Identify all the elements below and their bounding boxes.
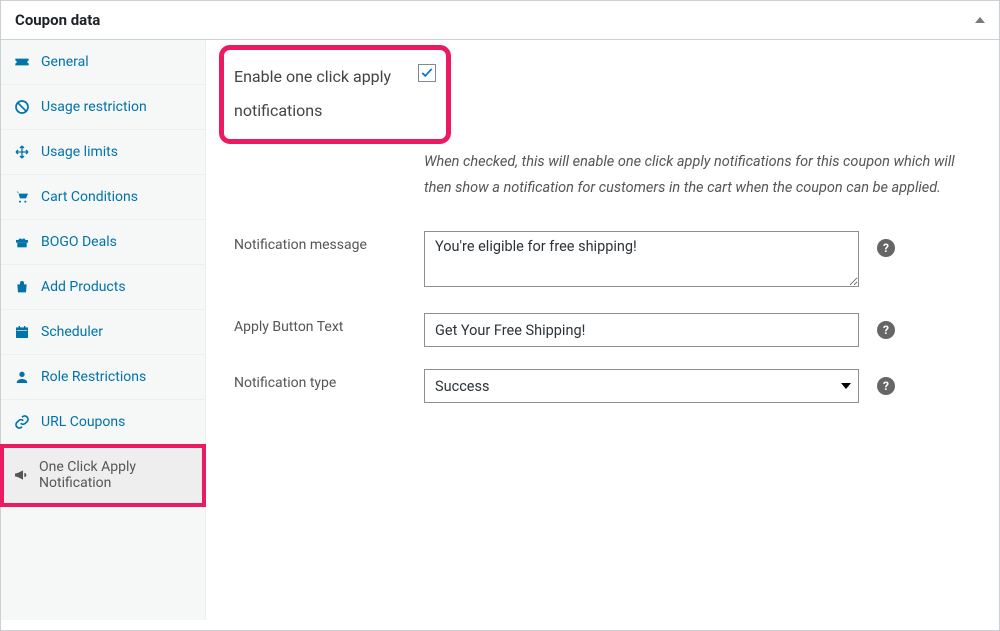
sidebar-item-general[interactable]: General — [1, 40, 205, 85]
notification-type-select[interactable]: Success — [424, 369, 859, 403]
ban-icon — [13, 99, 31, 115]
sidebar-item-url-coupons[interactable]: URL Coupons — [1, 400, 205, 445]
notification-type-label: Notification type — [234, 369, 424, 391]
sidebar-item-add-products[interactable]: Add Products — [1, 265, 205, 310]
gift-icon — [13, 234, 31, 250]
sidebar-item-label: Scheduler — [41, 324, 103, 340]
help-icon[interactable]: ? — [877, 239, 895, 257]
sidebar: General Usage restriction Usage limits C… — [1, 40, 206, 620]
move-icon — [13, 144, 31, 160]
help-icon[interactable]: ? — [877, 321, 895, 339]
sidebar-item-bogo-deals[interactable]: BOGO Deals — [1, 220, 205, 265]
panel-header: Coupon data — [1, 1, 999, 40]
user-icon — [13, 369, 31, 385]
notification-message-input[interactable] — [424, 231, 859, 287]
sidebar-item-one-click-apply[interactable]: One Click Apply Notification — [1, 445, 205, 506]
check-icon — [420, 66, 434, 80]
sidebar-item-label: BOGO Deals — [41, 234, 117, 250]
bag-icon — [13, 279, 31, 295]
sidebar-item-cart-conditions[interactable]: Cart Conditions — [1, 175, 205, 220]
sidebar-item-label: URL Coupons — [41, 414, 125, 430]
link-icon — [13, 414, 31, 430]
sidebar-item-role-restrictions[interactable]: Role Restrictions — [1, 355, 205, 400]
notification-message-label: Notification message — [234, 231, 424, 253]
row-notification-message: Notification message ? — [234, 231, 971, 291]
row-apply-button-text: Apply Button Text ? — [234, 313, 971, 347]
sidebar-item-label: Add Products — [41, 279, 126, 295]
sidebar-item-label: Usage limits — [41, 144, 118, 160]
content-panel: Enable one click apply notifications Whe… — [206, 40, 999, 620]
enable-description: When checked, this will enable one click… — [424, 149, 964, 201]
help-icon[interactable]: ? — [877, 377, 895, 395]
panel-body: General Usage restriction Usage limits C… — [1, 40, 999, 620]
sidebar-item-scheduler[interactable]: Scheduler — [1, 310, 205, 355]
ticket-icon — [13, 54, 31, 70]
sidebar-item-label: One Click Apply Notification — [39, 459, 193, 491]
sidebar-item-label: Usage restriction — [41, 99, 147, 115]
apply-button-text-input[interactable] — [424, 313, 859, 347]
enable-highlight: Enable one click apply notifications — [224, 50, 446, 139]
sidebar-item-label: Cart Conditions — [41, 189, 138, 205]
cart-icon — [13, 189, 31, 205]
enable-label: Enable one click apply notifications — [234, 60, 418, 127]
row-notification-type: Notification type Success ? — [234, 369, 971, 403]
apply-button-text-label: Apply Button Text — [234, 313, 424, 335]
sidebar-item-label: Role Restrictions — [41, 369, 146, 385]
collapse-toggle-icon[interactable] — [975, 17, 985, 23]
megaphone-icon — [13, 467, 29, 483]
calendar-icon — [13, 324, 31, 340]
sidebar-item-usage-restriction[interactable]: Usage restriction — [1, 85, 205, 130]
panel-title: Coupon data — [15, 11, 100, 29]
enable-checkbox[interactable] — [418, 64, 436, 82]
coupon-data-panel: Coupon data General Usage restriction — [0, 0, 1000, 631]
sidebar-item-usage-limits[interactable]: Usage limits — [1, 130, 205, 175]
sidebar-item-label: General — [41, 54, 89, 70]
